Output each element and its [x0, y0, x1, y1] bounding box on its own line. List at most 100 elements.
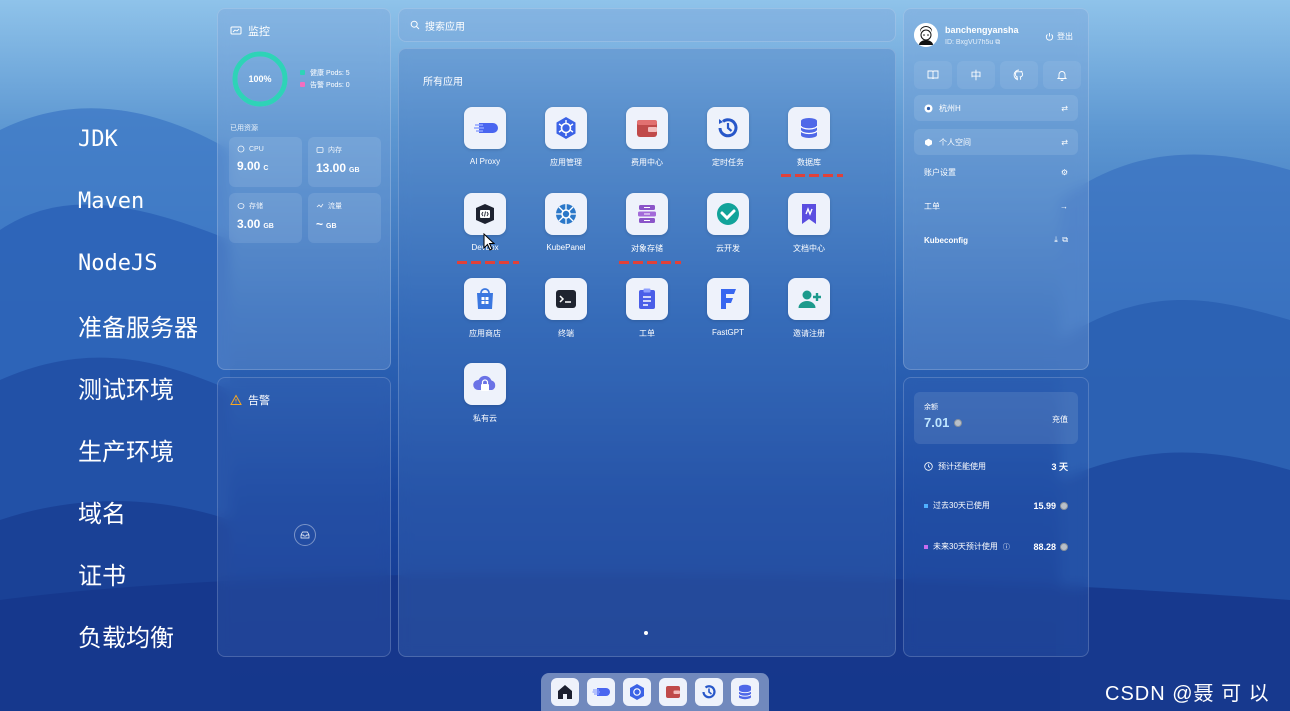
dock-home[interactable] [551, 678, 579, 706]
ai-proxy-icon [592, 688, 610, 696]
topic-item: Maven [78, 188, 145, 214]
mouse-cursor-icon [483, 233, 495, 251]
app-cron-job[interactable]: 定时任务 [697, 107, 759, 168]
region-switcher[interactable]: 杭州H ⇄ [914, 95, 1078, 121]
topic-item: 测试环境 [78, 376, 174, 404]
cloud-dev-icon [707, 193, 749, 235]
balance-box: 余额 7.01 充值 [914, 392, 1078, 444]
home-icon [558, 685, 572, 699]
billing-panel: 余额 7.01 充值 预计还能使用 3 天 过去30天已使用 15.99 未来3… [903, 377, 1089, 657]
coin-icon [1060, 542, 1068, 551]
storage-card: 存储 3.00 GB [229, 193, 302, 243]
switch-icon: ⇄ [1061, 103, 1068, 113]
app-private-cloud[interactable]: 私有云 [454, 363, 516, 424]
monitor-title: 监控 [218, 9, 390, 39]
language-button[interactable]: 中 [957, 61, 995, 89]
traffic-icon [316, 203, 324, 208]
user-panel: banchengyansha ID: BxgVU7h5u ⧉ 登出 中 杭州H … [903, 8, 1089, 370]
health-percent: 100% [248, 74, 272, 84]
annotation-underline [781, 174, 843, 177]
app-ticket[interactable]: 工单 [616, 278, 678, 339]
ticket-icon [626, 278, 668, 320]
notification-button[interactable] [1043, 61, 1081, 89]
app-store-icon [464, 278, 506, 320]
apps-title: 所有应用 [423, 77, 463, 88]
days-remaining-row: 预计还能使用 3 天 [914, 460, 1078, 473]
topic-item: 域名 [78, 500, 126, 528]
github-button[interactable] [1000, 61, 1038, 89]
wallet-icon [666, 686, 680, 698]
object-storage-icon [626, 193, 668, 235]
github-icon [1013, 69, 1024, 81]
app-fastgpt[interactable]: FastGPT [697, 278, 759, 337]
monitor-title-text: 监控 [248, 26, 270, 38]
download-icon[interactable]: ⤓ [1054, 235, 1058, 244]
memory-icon [316, 147, 324, 153]
dock-app-manage[interactable] [623, 678, 651, 706]
workspace-switcher[interactable]: 个人空间 ⇄ [914, 129, 1078, 155]
username: banchengyansha [945, 25, 1019, 35]
app-kubepanel[interactable]: KubePanel [535, 193, 597, 252]
app-store[interactable]: 应用商店 [454, 278, 516, 339]
database-icon [738, 684, 752, 700]
traffic-card: 流量 ~ GB [308, 193, 381, 243]
switch-icon: ⇄ [1061, 137, 1068, 147]
future-usage-row: 未来30天预计使用 ⓘ 88.28 [914, 541, 1078, 552]
annotation-underline [457, 261, 519, 264]
coin-icon [1060, 501, 1068, 510]
app-manage-icon [545, 107, 587, 149]
info-icon[interactable]: ⓘ [1003, 542, 1010, 552]
empty-inbox-icon [294, 524, 316, 546]
docs-button[interactable] [914, 61, 952, 89]
app-search-bar[interactable]: 搜索应用 [398, 8, 896, 42]
kubeconfig-actions: ⤓ ⧉ [1054, 235, 1068, 245]
dock-billing[interactable] [659, 678, 687, 706]
search-icon [410, 20, 420, 30]
workspace-icon [925, 138, 932, 146]
apps-panel: 所有应用 AI Proxy 应用管理 费用中心 定时任务 数据库 Devbox … [398, 48, 896, 657]
topic-item: 生产环境 [78, 438, 174, 466]
cpu-icon [237, 145, 245, 153]
avatar[interactable] [914, 23, 938, 47]
kubepanel-icon [545, 193, 587, 235]
topic-item: 准备服务器 [78, 314, 198, 342]
watermark: CSDN @聂 可 以 [1105, 683, 1270, 705]
kubeconfig-item[interactable]: Kubeconfig ⤓ ⧉ [914, 227, 1078, 253]
topic-item: JDK [78, 126, 118, 152]
ai-proxy-icon [464, 107, 506, 149]
topic-list: JDK Maven NodeJS 准备服务器 测试环境 生产环境 域名 证书 负… [78, 108, 218, 666]
coin-icon [954, 418, 963, 427]
dock-database[interactable] [731, 678, 759, 706]
app-cloud-dev[interactable]: 云开发 [697, 193, 759, 254]
resources-title: 已用资源 [230, 125, 258, 132]
book-icon [927, 70, 939, 80]
ticket-item[interactable]: 工单 → [914, 193, 1078, 219]
recharge-button[interactable]: 充值 [1052, 414, 1068, 425]
annotation-underline [619, 261, 681, 264]
dock-ai-proxy[interactable] [587, 678, 615, 706]
app-invite[interactable]: 邀请注册 [778, 278, 840, 339]
app-manage-icon [630, 684, 644, 700]
app-terminal[interactable]: 终端 [535, 278, 597, 339]
database-icon [788, 107, 830, 149]
dock-cron[interactable] [695, 678, 723, 706]
copy-icon[interactable]: ⧉ [1062, 235, 1068, 244]
search-placeholder: 搜索应用 [425, 21, 465, 33]
logout-button[interactable]: 登出 [1045, 31, 1073, 42]
page-indicator[interactable] [644, 631, 648, 635]
balance-label: 余额 [924, 404, 938, 411]
app-billing-center[interactable]: 费用中心 [616, 107, 678, 168]
app-object-storage[interactable]: 对象存储 [616, 193, 678, 254]
legend-healthy: 健康 Pods: 5 [300, 68, 350, 80]
app-docs-center[interactable]: 文档中心 [778, 193, 840, 254]
topic-item: 证书 [78, 562, 126, 590]
account-settings-item[interactable]: 账户设置 ⚙ [914, 159, 1078, 185]
app-app-manage[interactable]: 应用管理 [535, 107, 597, 168]
app-database[interactable]: 数据库 [778, 107, 840, 168]
wallet-icon [626, 107, 668, 149]
future-usage-marker [924, 544, 928, 549]
legend-alert: 告警 Pods: 0 [300, 80, 350, 92]
copy-icon[interactable]: ⧉ [995, 39, 1000, 46]
app-ai-proxy[interactable]: AI Proxy [454, 107, 516, 166]
topic-item: 负载均衡 [78, 624, 174, 652]
